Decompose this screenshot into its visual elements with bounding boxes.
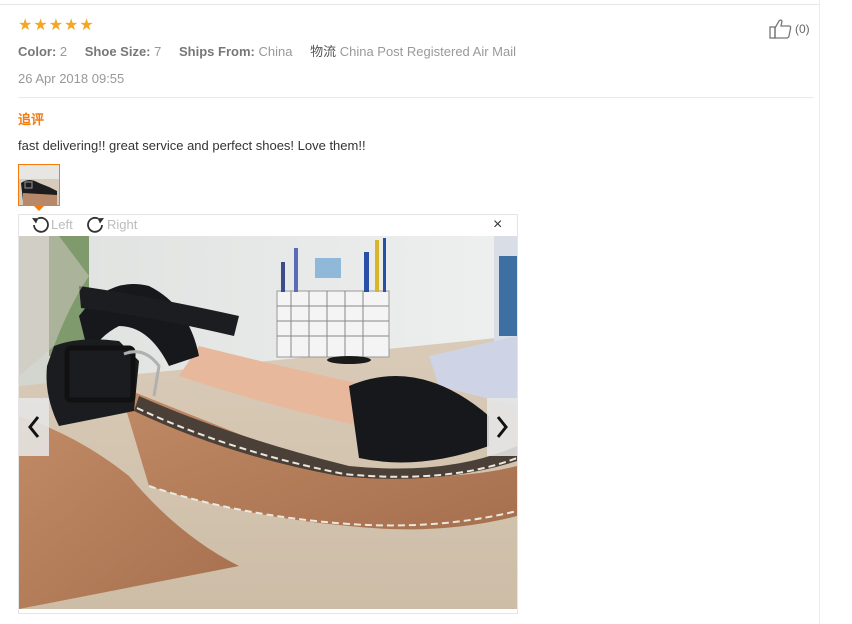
- right-divider: [819, 0, 820, 624]
- rotate-left-label: Left: [51, 216, 73, 232]
- star-icon: ★: [48, 17, 64, 34]
- close-icon[interactable]: ×: [493, 217, 502, 233]
- rotate-left-button[interactable]: Left: [29, 215, 73, 233]
- thumbs-up-icon: [769, 19, 792, 39]
- rotate-right-label: Right: [107, 216, 138, 232]
- rating-stars: ★ ★ ★ ★ ★: [18, 18, 94, 34]
- thumbnail-pointer: [33, 205, 45, 211]
- star-icon: ★: [64, 17, 79, 34]
- chevron-left-icon: [28, 416, 40, 438]
- chevron-right-icon: [496, 416, 508, 438]
- review-comment: fast delivering!! great service and perf…: [18, 138, 366, 153]
- viewer-toolbar: Left Right ×: [19, 215, 517, 235]
- star-icon: ★: [18, 17, 33, 34]
- review-photo: [19, 236, 517, 609]
- section-divider: [18, 97, 814, 98]
- thumbnail-image: [19, 165, 59, 205]
- review-photo-thumbnail[interactable]: [18, 164, 60, 206]
- helpful-count: (0): [795, 22, 810, 36]
- rotate-right-icon: [87, 216, 104, 233]
- followup-label: 追评: [18, 112, 45, 127]
- attr-ships-from: Ships From: China: [179, 44, 293, 59]
- star-icon: ★: [33, 17, 48, 34]
- previous-photo-button[interactable]: [19, 398, 49, 456]
- rotate-right-button[interactable]: Right: [85, 215, 137, 233]
- review-date: 26 Apr 2018 09:55: [18, 71, 125, 86]
- sandal-photo: [19, 236, 517, 609]
- top-divider: [0, 4, 820, 5]
- rotate-left-icon: [32, 216, 49, 233]
- star-icon: ★: [79, 17, 94, 34]
- attr-shoe-size: Shoe Size: 7: [84, 44, 162, 59]
- helpful-button[interactable]: (0): [769, 19, 810, 39]
- review-attributes: Color: 2 Shoe Size: 7 Ships From: China …: [18, 41, 530, 60]
- attr-color: Color: 2: [18, 44, 68, 59]
- attr-logistics: 物流 China Post Registered Air Mail: [310, 44, 517, 59]
- photo-viewer: Left Right ×: [18, 214, 518, 614]
- next-photo-button[interactable]: [487, 398, 517, 456]
